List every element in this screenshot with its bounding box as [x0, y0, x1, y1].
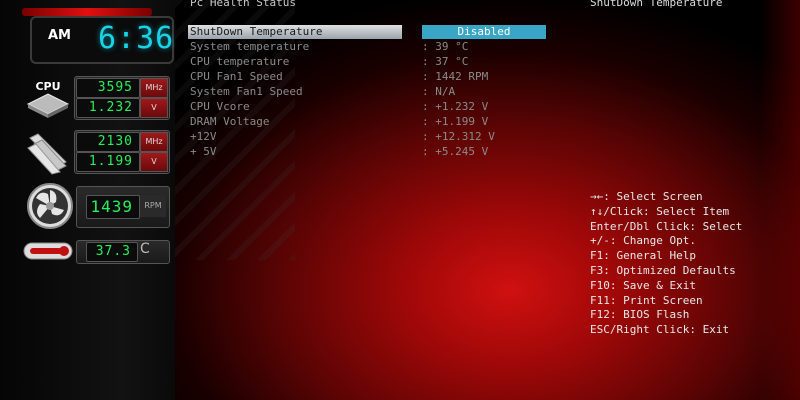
setting-label[interactable]: ShutDown Temperature — [190, 25, 322, 39]
cpu-volt-unit: V — [140, 98, 168, 118]
memory-volt-unit: V — [140, 152, 168, 172]
setting-value: : N/A — [422, 85, 456, 98]
setting-value: : 37 °C — [422, 55, 469, 68]
fan-rpm-value: 1439 — [90, 197, 133, 216]
fan-icon — [26, 182, 74, 230]
cpu-freq-display: 3595 — [76, 78, 140, 98]
clock-ampm: AM — [48, 28, 71, 43]
cpu-freq-unit: MHz — [140, 78, 168, 98]
cpu-icon: CPU — [24, 78, 72, 120]
setting-value: : 39 °C — [422, 40, 469, 53]
help-item: +/-: Change Opt. — [590, 234, 696, 247]
help-item: F11: Print Screen — [590, 294, 703, 307]
temp-unit: C — [140, 241, 150, 257]
help-item: F3: Optimized Defaults — [590, 264, 736, 277]
help-item: Enter/Dbl Click: Select — [590, 220, 743, 233]
fan-rpm-display: 1439 — [86, 195, 140, 219]
clock-time: 6:36 — [98, 21, 175, 56]
memory-freq-display: 2130 — [76, 132, 140, 152]
setting-label[interactable]: DRAM Voltage — [190, 115, 269, 129]
setting-label[interactable]: CPU Vcore — [190, 100, 250, 114]
memory-freq-value: 2130 — [97, 134, 133, 149]
setting-label[interactable]: + 5V — [190, 145, 217, 159]
setting-label[interactable]: CPU Fan1 Speed — [190, 70, 283, 84]
setting-label[interactable]: System temperature — [190, 40, 309, 54]
clock-display: AM 6:36 — [30, 16, 174, 64]
help-item: F12: BIOS Flash — [590, 308, 690, 321]
help-title: ShutDown Temperature — [590, 0, 723, 9]
memory-freq-unit: MHz — [140, 132, 168, 152]
cpu-freq-value: 3595 — [97, 80, 133, 95]
setting-value: : 1442 RPM — [422, 70, 489, 83]
setting-label[interactable]: CPU temperature — [190, 55, 289, 69]
clock-accent-bar — [22, 8, 152, 16]
temp-display: 37.3 — [86, 242, 138, 262]
memory-volt-display: 1.199 — [76, 152, 140, 172]
cpu-icon-label: CPU — [35, 80, 60, 93]
memory-volt-value: 1.199 — [88, 154, 133, 169]
cpu-volt-value: 1.232 — [88, 100, 133, 115]
help-item: →←: Select Screen — [590, 190, 703, 203]
help-item: ESC/Right Click: Exit — [590, 323, 730, 336]
shutdown-temperature-select[interactable]: Disabled — [422, 25, 546, 39]
help-item: ↑↓/Click: Select Item — [590, 205, 730, 218]
thermometer-icon — [22, 240, 74, 262]
cpu-volt-display: 1.232 — [76, 98, 140, 118]
help-item: F1: General Help — [590, 249, 696, 262]
setting-value: : +12.312 V — [422, 130, 495, 143]
setting-label[interactable]: +12V — [190, 130, 217, 144]
setting-value: : +1.232 V — [422, 100, 489, 113]
setting-value: : +5.245 V — [422, 145, 489, 158]
setting-label[interactable]: System Fan1 Speed — [190, 85, 303, 99]
setting-value: : +1.199 V — [422, 115, 489, 128]
fan-rpm-unit: RPM — [140, 195, 166, 217]
right-edge-glow — [760, 0, 800, 400]
help-item: F10: Save & Exit — [590, 279, 696, 292]
section-title: Pc Health Status — [190, 0, 296, 9]
temp-value: 37.3 — [95, 244, 131, 259]
memory-icon — [24, 128, 72, 176]
